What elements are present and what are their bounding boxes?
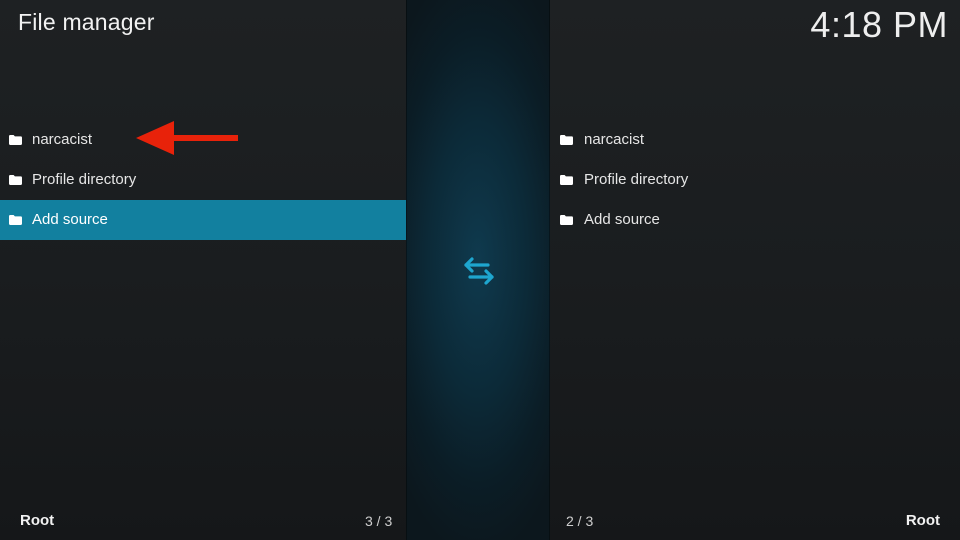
list-item-profile-directory-left[interactable]: Profile directory xyxy=(0,160,406,200)
list-item-add-source-right[interactable]: Add source xyxy=(550,200,960,240)
folder-icon xyxy=(9,215,22,225)
list-item-label: narcacist xyxy=(584,131,645,148)
folder-icon xyxy=(560,175,573,185)
list-item-label: Profile directory xyxy=(584,171,689,188)
list-item-label: Add source xyxy=(32,211,108,228)
left-item-count: 3 / 3 xyxy=(365,513,393,529)
folder-icon xyxy=(9,175,22,185)
list-item-add-source-left[interactable]: Add source xyxy=(0,200,406,240)
left-footer-path: Root xyxy=(20,512,55,529)
right-pane xyxy=(550,0,960,540)
page-title: File manager xyxy=(18,9,155,35)
right-footer-path: Root xyxy=(905,512,940,529)
list-item-label: Add source xyxy=(584,211,660,228)
red-arrow-left-icon xyxy=(134,119,240,157)
clock: 4:18 PM xyxy=(810,4,948,45)
left-pane xyxy=(0,0,406,540)
list-item-profile-directory-right[interactable]: Profile directory xyxy=(550,160,960,200)
list-item-narcacist-right[interactable]: narcacist xyxy=(550,120,960,160)
right-file-list: narcacist Profile directory Add source xyxy=(550,120,960,240)
right-item-count: 2 / 3 xyxy=(566,513,594,529)
swap-arrows-icon[interactable] xyxy=(462,256,496,286)
list-item-label: Profile directory xyxy=(32,171,137,188)
folder-icon xyxy=(9,135,22,145)
folder-icon xyxy=(560,215,573,225)
folder-icon xyxy=(560,135,573,145)
list-item-label: narcacist xyxy=(32,131,93,148)
file-manager-screen: File manager 4:18 PM narcacist Profile d… xyxy=(0,0,960,540)
